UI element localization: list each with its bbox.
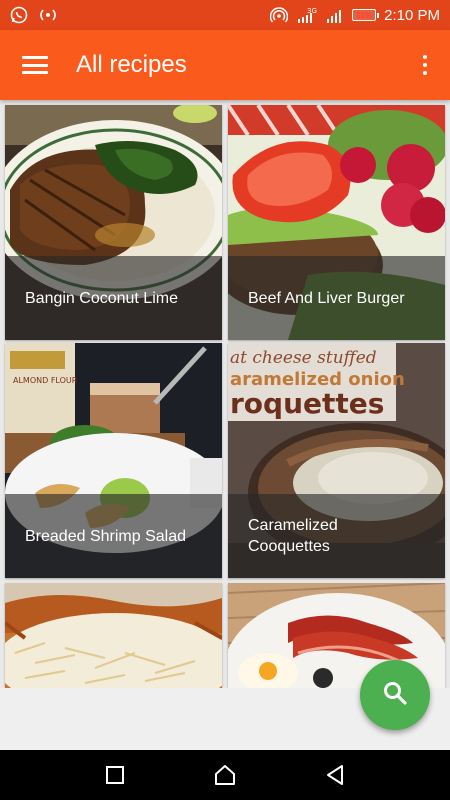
- search-icon: [382, 680, 408, 711]
- recipe-title: Bangin Coconut Lime: [25, 289, 178, 307]
- hotspot-icon: [270, 6, 289, 24]
- back-button[interactable]: [310, 750, 360, 800]
- recipe-grid: Bangin Coconut Lime Beef And Liver Burge…: [0, 100, 450, 688]
- system-nav-bar: [0, 750, 450, 800]
- recipe-caption-overlay: Caramelized Cooquettes: [228, 494, 445, 578]
- overflow-menu-icon[interactable]: [400, 30, 450, 100]
- signal-icon-2: [326, 6, 344, 24]
- recipe-card[interactable]: [5, 583, 222, 688]
- recipe-caption-overlay: Beef And Liver Burger: [228, 256, 445, 340]
- svg-text:ALMOND FLOUR: ALMOND FLOUR: [13, 376, 78, 385]
- page-title: All recipes: [76, 51, 187, 78]
- search-fab-button[interactable]: [360, 660, 430, 730]
- back-triangle-icon: [327, 765, 343, 785]
- square-icon: [106, 766, 124, 784]
- recipe-card[interactable]: ALMOND FLOUR Breaded Shrimp Salad: [5, 343, 222, 578]
- svg-text:roquettes: roquettes: [230, 387, 384, 420]
- home-icon: [215, 765, 235, 785]
- recipe-card[interactable]: Bangin Coconut Lime: [5, 105, 222, 340]
- recipe-title: Caramelized Cooquettes: [248, 517, 338, 555]
- svg-text:at cheese stuffed: at cheese stuffed: [230, 348, 377, 368]
- status-bar: 3G 11% 2:10 PM: [0, 0, 450, 30]
- recipe-title: Beef And Liver Burger: [248, 289, 405, 307]
- home-button[interactable]: [200, 750, 250, 800]
- recipe-card[interactable]: at cheese stuffed aramelized onion roque…: [228, 343, 445, 578]
- app-bar: All recipes: [0, 30, 450, 100]
- whatsapp-icon: [10, 6, 28, 24]
- recipe-caption-overlay: Bangin Coconut Lime: [5, 256, 222, 340]
- battery-icon: 11%: [352, 9, 380, 21]
- hamburger-menu-icon[interactable]: [0, 30, 70, 100]
- recipe-card[interactable]: Beef And Liver Burger: [228, 105, 445, 340]
- recipe-title: Breaded Shrimp Salad: [25, 527, 186, 545]
- recipe-image: [5, 583, 222, 688]
- clock: 2:10 PM: [384, 6, 440, 24]
- recipe-caption-overlay: Breaded Shrimp Salad: [5, 494, 222, 578]
- wifi-calling-icon: [38, 6, 58, 24]
- signal-icon: 3G: [296, 6, 318, 24]
- recents-button[interactable]: [90, 750, 140, 800]
